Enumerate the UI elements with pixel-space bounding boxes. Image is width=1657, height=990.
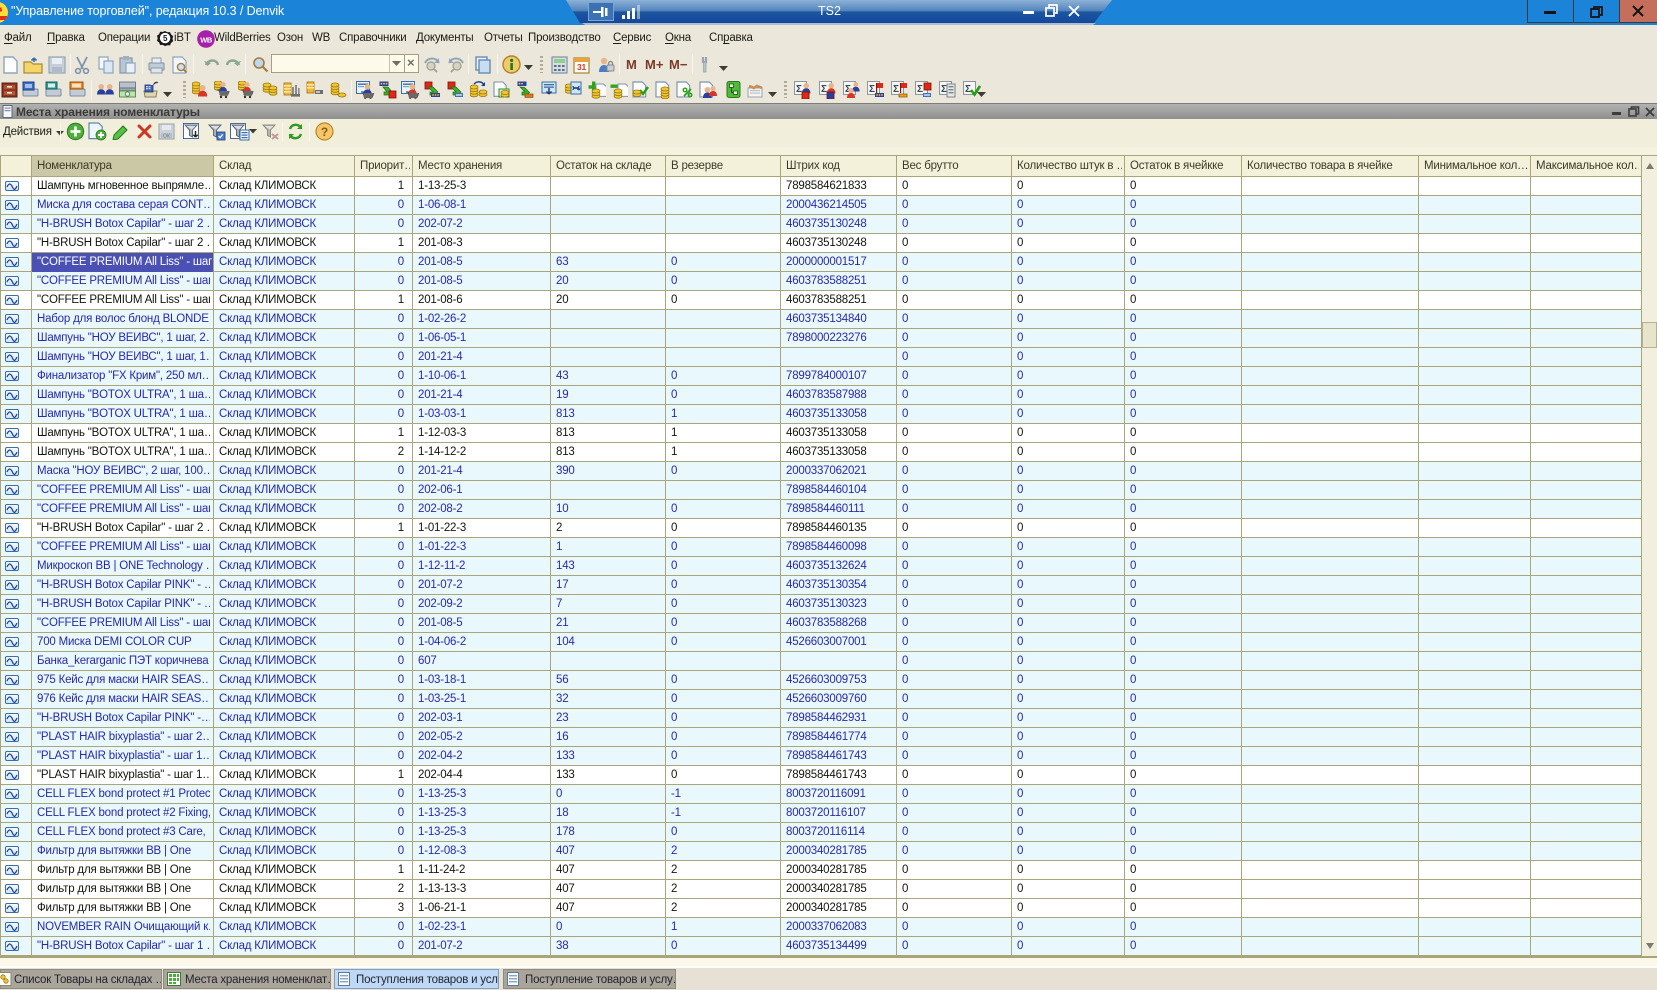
svg-text:Σ: Σ (941, 84, 947, 95)
svg-text:ОК: ОК (163, 134, 170, 140)
svg-text:31: 31 (577, 62, 587, 72)
svg-text:Σ: Σ (965, 84, 971, 95)
svg-text:5: 5 (163, 34, 168, 43)
svg-text:?: ? (321, 125, 328, 139)
svg-text:Σ: Σ (917, 84, 923, 95)
svg-text:Σ: Σ (893, 84, 899, 95)
svg-text:Σ: Σ (796, 84, 802, 95)
svg-text:Σ: Σ (821, 84, 827, 95)
svg-text:Σ: Σ (869, 84, 875, 95)
svg-text:WB: WB (200, 35, 213, 44)
